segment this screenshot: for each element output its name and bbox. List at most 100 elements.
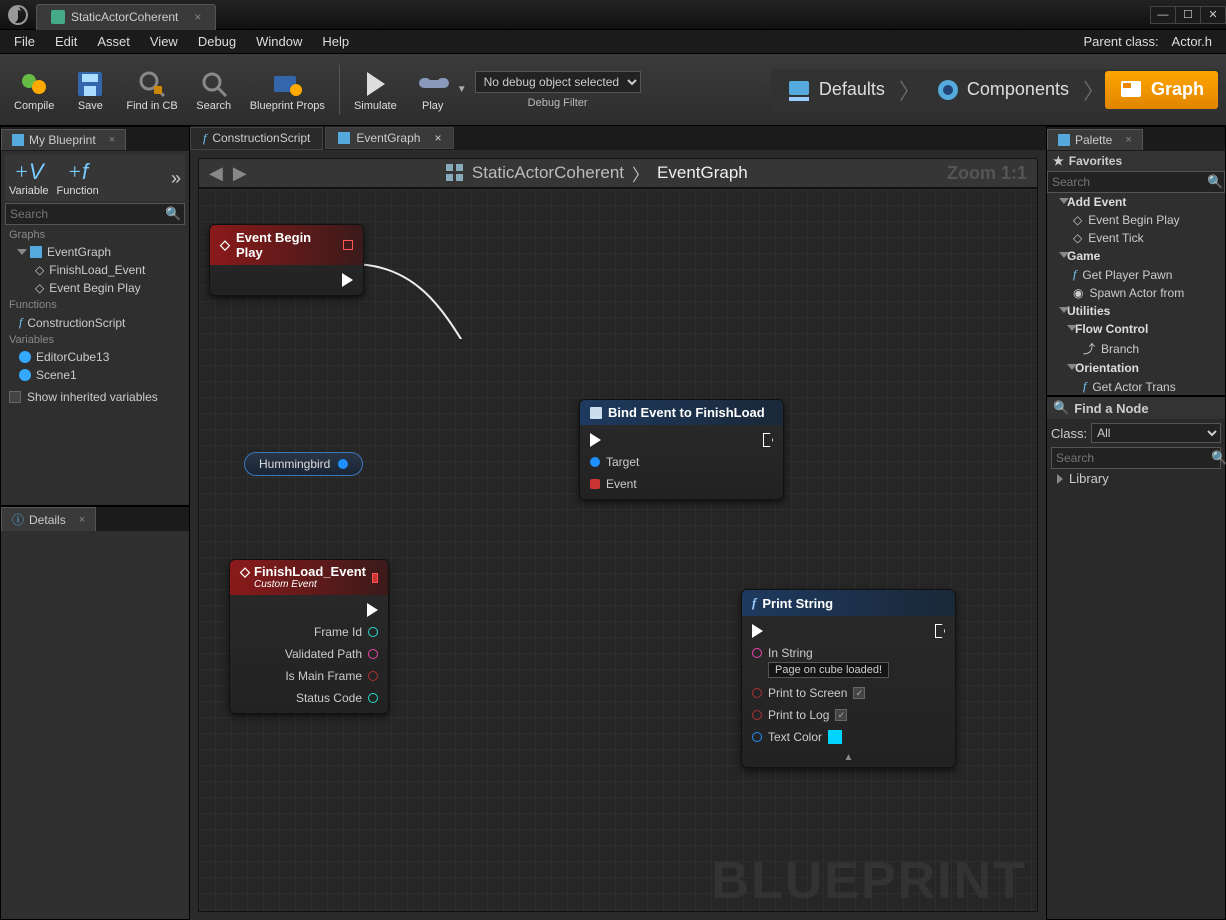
color-swatch[interactable] <box>828 730 842 744</box>
instring-value[interactable]: Page on cube loaded! <box>768 662 889 678</box>
add-function-button[interactable]: +fFunction <box>57 159 99 197</box>
props-button[interactable]: Blueprint Props <box>242 59 333 121</box>
add-variable-button[interactable]: +VVariable <box>9 159 49 197</box>
my-blueprint-tab[interactable]: My Blueprint × <box>1 129 126 150</box>
delegate-pin-icon[interactable] <box>372 573 378 583</box>
play-dropdown-icon[interactable]: ▼ <box>457 84 467 95</box>
node-header[interactable]: ◇ FinishLoad_Event Custom Event <box>230 560 388 595</box>
tree-item-var1[interactable]: EditorCube13 <box>5 348 185 366</box>
menu-window[interactable]: Window <box>246 31 312 52</box>
delegate-pin-icon[interactable] <box>343 240 353 250</box>
tree-item-var2[interactable]: Scene1 <box>5 366 185 384</box>
breadcrumb-parent[interactable]: StaticActorCoherent <box>472 163 624 183</box>
node-header[interactable]: Bind Event to FinishLoad <box>580 400 783 425</box>
blueprint-search-input[interactable] <box>10 207 165 221</box>
statuscode-pin[interactable]: Status Code <box>296 691 378 705</box>
expand-icon[interactable]: » <box>171 168 181 189</box>
menu-file[interactable]: File <box>4 31 45 52</box>
palette-search[interactable]: 🔍 <box>1047 171 1225 193</box>
close-icon[interactable]: × <box>434 131 441 145</box>
find-node-header[interactable]: 🔍Find a Node <box>1047 397 1225 419</box>
menu-view[interactable]: View <box>140 31 188 52</box>
tab-constructionscript[interactable]: fConstructionScript <box>190 127 323 150</box>
cat-utilities[interactable]: Utilities <box>1047 302 1225 320</box>
exec-out-pin[interactable] <box>935 624 945 638</box>
exec-out-pin[interactable] <box>367 603 378 617</box>
class-select[interactable]: All <box>1091 423 1221 443</box>
graph-canvas[interactable]: ◇ Event Begin Play Hummingbird Bind Even… <box>198 188 1038 912</box>
menu-help[interactable]: Help <box>312 31 359 52</box>
debug-filter-select[interactable]: No debug object selected <box>475 71 641 93</box>
close-button[interactable]: ✕ <box>1200 6 1226 24</box>
node-header[interactable]: ◇ Event Begin Play <box>210 225 363 265</box>
item-get-actor-transform[interactable]: f Get Actor Trans <box>1047 377 1225 395</box>
breadcrumb-child[interactable]: EventGraph <box>657 163 748 183</box>
cat-flow-control[interactable]: Flow Control <box>1047 320 1225 338</box>
node-print-string[interactable]: f Print String In String Page on cube lo… <box>741 589 956 768</box>
item-event-tick[interactable]: ◇ Event Tick <box>1047 229 1225 247</box>
cat-add-event[interactable]: Add Event <box>1047 193 1225 211</box>
mode-graph[interactable]: Graph <box>1105 71 1218 109</box>
simulate-button[interactable]: Simulate <box>346 59 405 121</box>
checkbox-icon[interactable] <box>9 391 21 403</box>
document-tab-close-icon[interactable]: × <box>194 10 201 24</box>
exec-in-pin[interactable] <box>590 433 639 447</box>
mode-components[interactable]: Components <box>921 71 1083 109</box>
close-icon[interactable]: × <box>79 514 85 526</box>
ismainframe-pin[interactable]: Is Main Frame <box>285 669 378 683</box>
node-bind-event[interactable]: Bind Event to FinishLoad Target Event <box>579 399 784 500</box>
item-library[interactable]: Library <box>1047 469 1225 488</box>
node-header[interactable]: f Print String <box>742 590 955 616</box>
nav-forward-icon[interactable]: ▶ <box>233 163 247 184</box>
item-get-player-pawn[interactable]: f Get Player Pawn <box>1047 265 1225 284</box>
blueprint-search[interactable]: 🔍 <box>5 203 185 225</box>
validatedpath-pin[interactable]: Validated Path <box>285 647 378 661</box>
exec-out-pin[interactable] <box>763 433 773 447</box>
target-pin[interactable]: Target <box>590 455 639 469</box>
item-spawn-actor[interactable]: ◉ Spawn Actor from <box>1047 284 1225 302</box>
checkbox-icon[interactable]: ✓ <box>835 709 847 721</box>
palette-search-input[interactable] <box>1052 175 1207 189</box>
menu-asset[interactable]: Asset <box>87 31 140 52</box>
find-button[interactable]: Find in CB <box>118 59 185 121</box>
search-button[interactable]: Search <box>188 59 240 121</box>
close-icon[interactable]: × <box>109 134 115 146</box>
collapse-icon[interactable]: ▲ <box>742 752 955 767</box>
save-button[interactable]: Save <box>64 59 116 121</box>
item-branch[interactable]: ⤴ Branch <box>1047 338 1225 359</box>
checkbox-icon[interactable]: ✓ <box>853 687 865 699</box>
menu-edit[interactable]: Edit <box>45 31 87 52</box>
node-finishload-event[interactable]: ◇ FinishLoad_Event Custom Event Frame Id… <box>229 559 389 714</box>
object-out-pin[interactable] <box>338 459 348 469</box>
node-event-begin-play[interactable]: ◇ Event Begin Play <box>209 224 364 296</box>
tree-item-finishload[interactable]: ◇ FinishLoad_Event <box>5 261 185 279</box>
printlog-pin[interactable]: Print to Log✓ <box>752 708 889 722</box>
menu-debug[interactable]: Debug <box>188 31 246 52</box>
frameid-pin[interactable]: Frame Id <box>314 625 378 639</box>
item-event-begin-play[interactable]: ◇ Event Begin Play <box>1047 211 1225 229</box>
instring-pin[interactable]: In String Page on cube loaded! <box>752 646 889 678</box>
tree-item-beginplay[interactable]: ◇ Event Begin Play <box>5 279 185 297</box>
compile-button[interactable]: Compile <box>6 59 62 121</box>
nav-back-icon[interactable]: ◀ <box>209 163 223 184</box>
tree-item-construction[interactable]: f ConstructionScript <box>5 313 185 332</box>
details-tab[interactable]: ⓘ Details × <box>1 507 96 531</box>
find-node-input[interactable] <box>1056 451 1211 465</box>
textcolor-pin[interactable]: Text Color <box>752 730 889 744</box>
exec-in-pin[interactable] <box>752 624 889 638</box>
event-pin[interactable]: Event <box>590 477 639 491</box>
cat-game[interactable]: Game <box>1047 247 1225 265</box>
tree-item-eventgraph[interactable]: EventGraph <box>5 243 185 261</box>
show-inherited-toggle[interactable]: Show inherited variables <box>5 384 185 410</box>
tab-eventgraph[interactable]: EventGraph× <box>325 127 454 149</box>
maximize-button[interactable]: ☐ <box>1175 6 1201 24</box>
minimize-button[interactable]: — <box>1150 6 1176 24</box>
parent-class-value[interactable]: Actor.h <box>1172 34 1212 49</box>
printscreen-pin[interactable]: Print to Screen✓ <box>752 686 889 700</box>
cat-orientation[interactable]: Orientation <box>1047 359 1225 377</box>
mode-defaults[interactable]: Defaults <box>773 71 899 109</box>
graph-breadcrumb[interactable]: StaticActorCoherent 〉 EventGraph <box>446 161 748 186</box>
find-node-search[interactable]: 🔍 <box>1051 447 1221 469</box>
palette-tab[interactable]: Palette× <box>1047 129 1143 150</box>
exec-out-pin[interactable] <box>342 273 353 287</box>
